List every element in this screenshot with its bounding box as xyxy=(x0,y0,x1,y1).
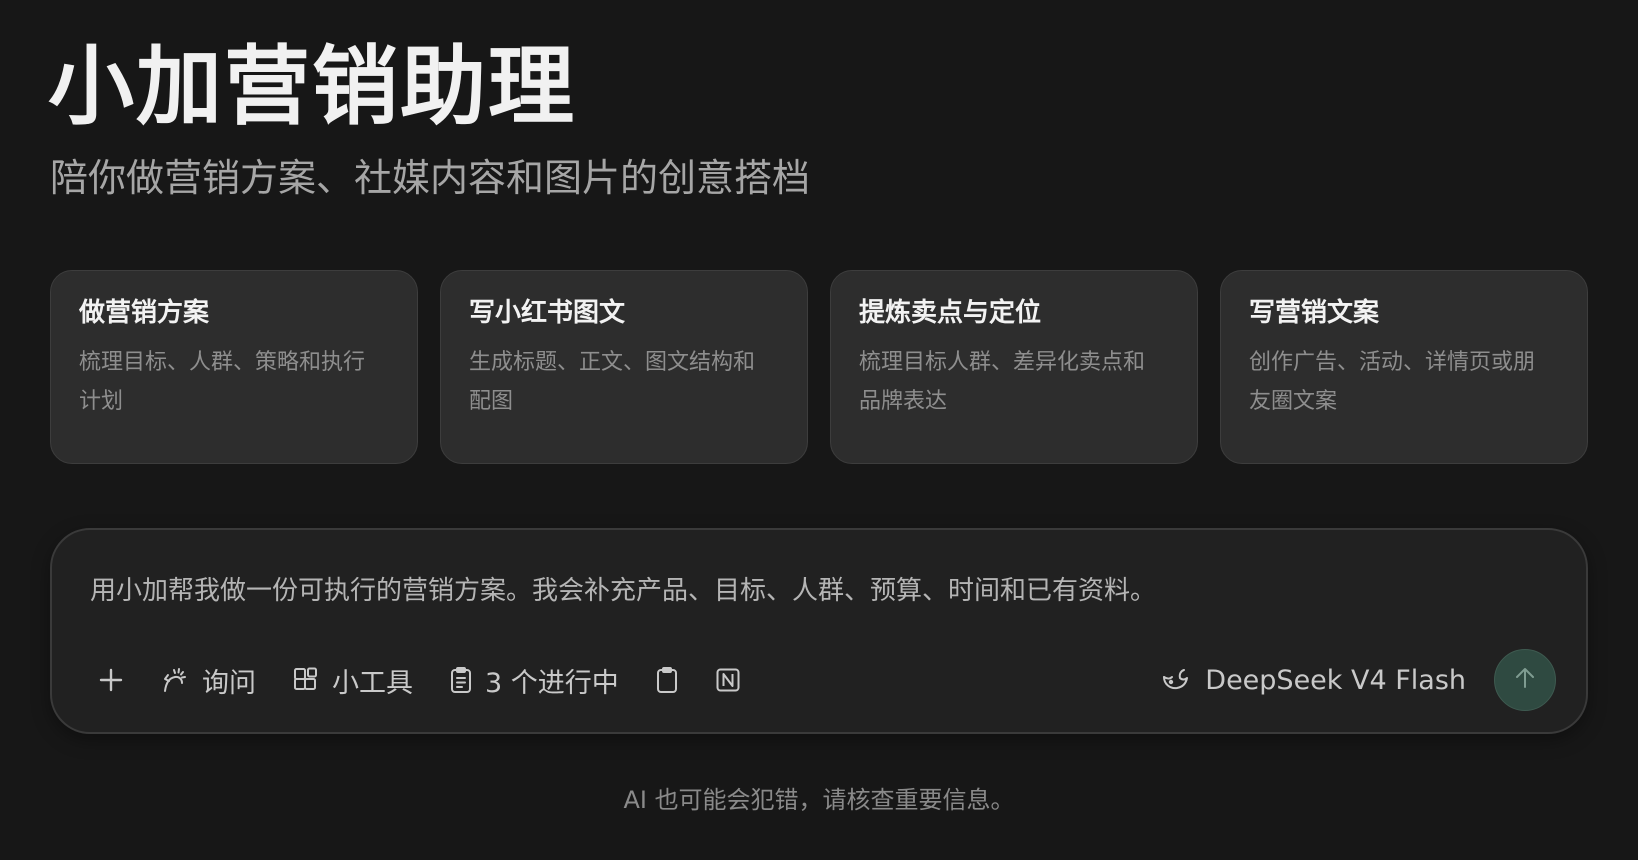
disclaimer-note: AI 也可能会犯错，请核查重要信息。 xyxy=(623,786,1015,814)
card-description: 梳理目标、人群、策略和执行计划 xyxy=(79,349,366,414)
ask-icon xyxy=(160,665,190,695)
card-title: 提炼卖点与定位 xyxy=(859,298,1042,328)
card-selling-points[interactable]: 提炼卖点与定位 梳理目标人群、差异化卖点和品牌表达 xyxy=(830,270,1198,464)
card-description: 梳理目标人群、差异化卖点和品牌表达 xyxy=(859,349,1146,414)
plus-icon xyxy=(98,667,124,693)
add-attachment-button[interactable] xyxy=(90,656,132,704)
card-marketing-plan[interactable]: 做营销方案 梳理目标、人群、策略和执行计划 xyxy=(50,270,418,464)
page-title: 小加营销助理 xyxy=(48,37,576,137)
tools-button[interactable]: 小工具 xyxy=(284,656,421,704)
card-title: 写营销文案 xyxy=(1249,298,1380,328)
deepseek-icon xyxy=(1161,668,1191,692)
notion-icon xyxy=(715,667,741,693)
message-input[interactable] xyxy=(90,568,1490,608)
ask-label: 询问 xyxy=(202,667,256,699)
model-selector[interactable]: DeepSeek V4 Flash xyxy=(1161,665,1466,696)
tasks-label: 3 个进行中 xyxy=(485,667,619,699)
send-button[interactable] xyxy=(1494,649,1556,711)
card-description: 生成标题、正文、图文结构和配图 xyxy=(469,349,756,414)
chat-composer: 询问 小工具 xyxy=(50,528,1588,734)
page-subtitle: 陪你做营销方案、社媒内容和图片的创意搭档 xyxy=(50,156,811,200)
clipboard-button[interactable] xyxy=(647,656,687,704)
notion-button[interactable] xyxy=(707,656,749,704)
card-title: 写小红书图文 xyxy=(469,298,626,328)
suggestion-cards: 做营销方案 梳理目标、人群、策略和执行计划 写小红书图文 生成标题、正文、图文结… xyxy=(50,270,1588,464)
tools-icon xyxy=(292,666,320,694)
card-description: 创作广告、活动、详情页或朋友圈文案 xyxy=(1249,349,1536,414)
page: 小加营销助理 陪你做营销方案、社媒内容和图片的创意搭档 做营销方案 梳理目标、人… xyxy=(0,0,1638,860)
tools-label: 小工具 xyxy=(332,667,413,699)
arrow-up-icon xyxy=(1511,664,1539,696)
tasks-in-progress-button[interactable]: 3 个进行中 xyxy=(441,656,627,704)
card-title: 做营销方案 xyxy=(79,298,210,328)
tasks-icon xyxy=(449,666,473,694)
model-label: DeepSeek V4 Flash xyxy=(1205,664,1466,696)
ask-button[interactable]: 询问 xyxy=(152,656,264,704)
card-xiaohongshu-post[interactable]: 写小红书图文 生成标题、正文、图文结构和配图 xyxy=(440,270,808,464)
card-marketing-copy[interactable]: 写营销文案 创作广告、活动、详情页或朋友圈文案 xyxy=(1220,270,1588,464)
composer-toolbar: 询问 小工具 3 个进行中 DeepSeek V4 Flash xyxy=(90,648,1556,712)
clipboard-icon xyxy=(655,666,679,694)
